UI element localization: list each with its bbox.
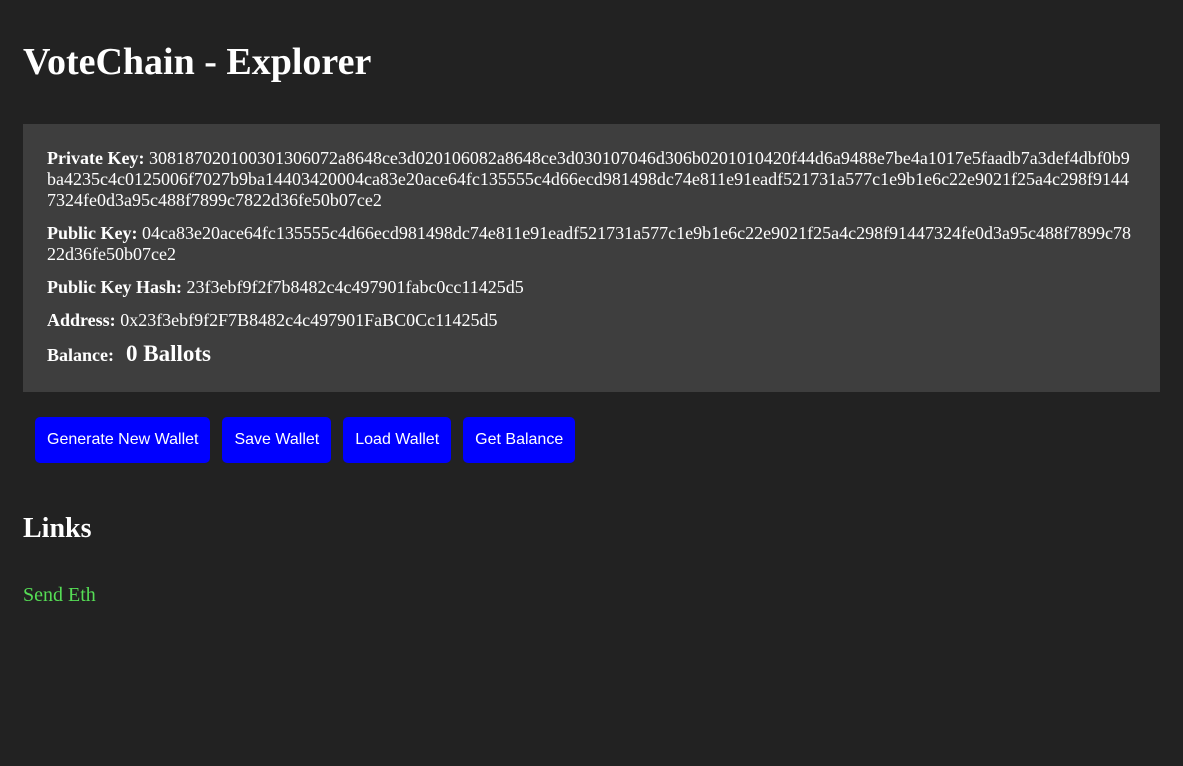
public-key-row: Public Key: 04ca83e20ace64fc135555c4d66e… — [47, 223, 1136, 265]
public-key-hash-row: Public Key Hash: 23f3ebf9f2f7b8482c4c497… — [47, 277, 1136, 298]
private-key-value: 308187020100301306072a8648ce3d020106082a… — [47, 148, 1130, 210]
address-label: Address: — [47, 310, 116, 330]
page: VoteChain - Explorer Private Key: 308187… — [0, 0, 1183, 766]
generate-wallet-button[interactable]: Generate New Wallet — [35, 417, 211, 463]
address-row: Address: 0x23f3ebf9f2F7B8482c4c497901FaB… — [47, 310, 1136, 331]
balance-value: 0 Ballots — [126, 341, 211, 366]
save-wallet-button[interactable]: Save Wallet — [222, 417, 332, 463]
private-key-row: Private Key: 308187020100301306072a8648c… — [47, 148, 1136, 211]
wallet-panel: Private Key: 308187020100301306072a8648c… — [23, 124, 1160, 392]
send-eth-link[interactable]: Send Eth — [23, 584, 96, 606]
public-key-hash-label: Public Key Hash: — [47, 277, 183, 297]
wallet-actions: Generate New Wallet Save Wallet Load Wal… — [23, 417, 1160, 463]
links-heading: Links — [23, 513, 92, 544]
public-key-label: Public Key: — [47, 223, 138, 243]
links-list: Send Eth — [23, 583, 1160, 607]
public-key-value: 04ca83e20ace64fc135555c4d66ecd981498dc74… — [47, 223, 1132, 264]
load-wallet-button[interactable]: Load Wallet — [343, 417, 452, 463]
public-key-hash-value: 23f3ebf9f2f7b8482c4c497901fabc0cc11425d5 — [186, 277, 524, 297]
balance-label: Balance: — [47, 345, 114, 365]
private-key-label: Private Key: — [47, 148, 145, 168]
address-value: 0x23f3ebf9f2F7B8482c4c497901FaBC0Cc11425… — [120, 310, 498, 330]
get-balance-button[interactable]: Get Balance — [463, 417, 576, 463]
page-title: VoteChain - Explorer — [23, 41, 372, 83]
balance-row: Balance: 0 Ballots — [47, 341, 1136, 366]
